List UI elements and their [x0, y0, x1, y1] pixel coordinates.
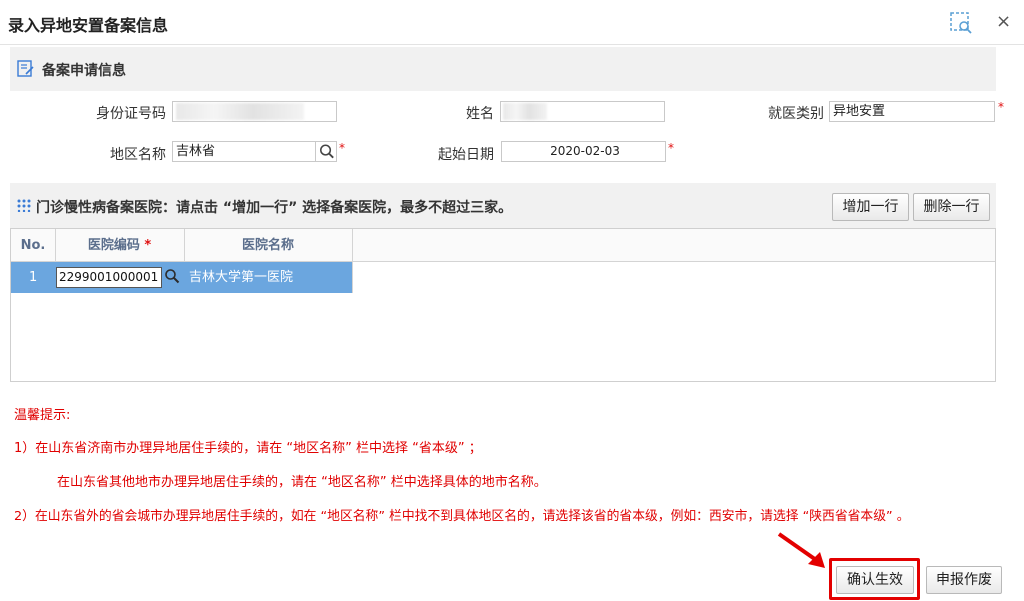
redacted-id-number: [176, 103, 304, 120]
dialog-titlebar: 录入异地安置备案信息 ×: [0, 0, 1024, 45]
dialog-title: 录入异地安置备案信息: [8, 16, 169, 35]
search-icon[interactable]: [164, 268, 180, 284]
col-header-code-label: 医院编码: [87, 238, 140, 253]
redacted-name: [503, 103, 547, 120]
category-label: 就医类别: [768, 106, 824, 122]
application-info-title: 备案申请信息: [42, 63, 126, 79]
tip-line: 1）在山东省济南市办理异地居住手续的，请在 “地区名称” 栏中选择 “省本级” …: [14, 441, 482, 456]
confirm-button[interactable]: 确认生效: [836, 566, 914, 594]
column-divider: [352, 229, 353, 293]
tip-line: 2）在山东省外的省会城市办理异地居住手续的，如在 “地区名称” 栏中找不到具体地…: [14, 509, 910, 524]
edit-form-icon: [17, 60, 34, 77]
row-number: 1: [29, 270, 38, 285]
required-mark: *: [144, 238, 152, 253]
category-field[interactable]: 异地安置: [829, 101, 995, 122]
col-header-empty: [352, 229, 995, 262]
region-value: 吉林省: [176, 144, 216, 159]
delete-row-button[interactable]: 删除一行: [913, 193, 990, 221]
hospital-name-cell: 吉林大学第一医院: [189, 270, 294, 285]
col-header-no: No.: [11, 229, 55, 262]
maximize-icon[interactable]: [949, 11, 973, 35]
required-mark: *: [668, 141, 674, 155]
id-number-label: 身份证号码: [96, 106, 166, 122]
required-mark: *: [998, 100, 1004, 114]
region-label: 地区名称: [110, 147, 166, 163]
application-info-header: 备案申请信息: [10, 47, 996, 91]
grid-dots-icon: [17, 199, 31, 212]
hospital-code-input[interactable]: 2299001000001: [56, 267, 162, 288]
name-label: 姓名: [466, 106, 494, 122]
region-field[interactable]: 吉林省: [172, 141, 337, 162]
void-button[interactable]: 申报作废: [926, 566, 1002, 594]
add-row-button[interactable]: 增加一行: [832, 193, 909, 221]
close-icon[interactable]: ×: [996, 12, 1011, 32]
tips-title: 温馨提示:: [14, 408, 71, 423]
tip-line: 在山东省其他地市办理异地居住手续的，请在 “地区名称” 栏中选择具体的地市名称。: [57, 475, 547, 490]
hospital-section-title: 门诊慢性病备案医院：请点击 “增加一行” 选择备案医院，最多不超过三家。: [36, 200, 513, 216]
start-date-label: 起始日期: [438, 147, 494, 163]
hospital-table: No. 医院编码 * 医院名称 1 吉林大学第一医院 2299001000001: [10, 228, 996, 382]
search-icon[interactable]: [315, 141, 337, 162]
col-header-code[interactable]: 医院编码 *: [55, 229, 184, 262]
col-header-name: 医院名称: [184, 229, 352, 262]
required-mark: *: [339, 141, 345, 155]
pointer-arrow-icon: [777, 532, 825, 568]
start-date-field[interactable]: 2020-02-03: [501, 141, 666, 162]
